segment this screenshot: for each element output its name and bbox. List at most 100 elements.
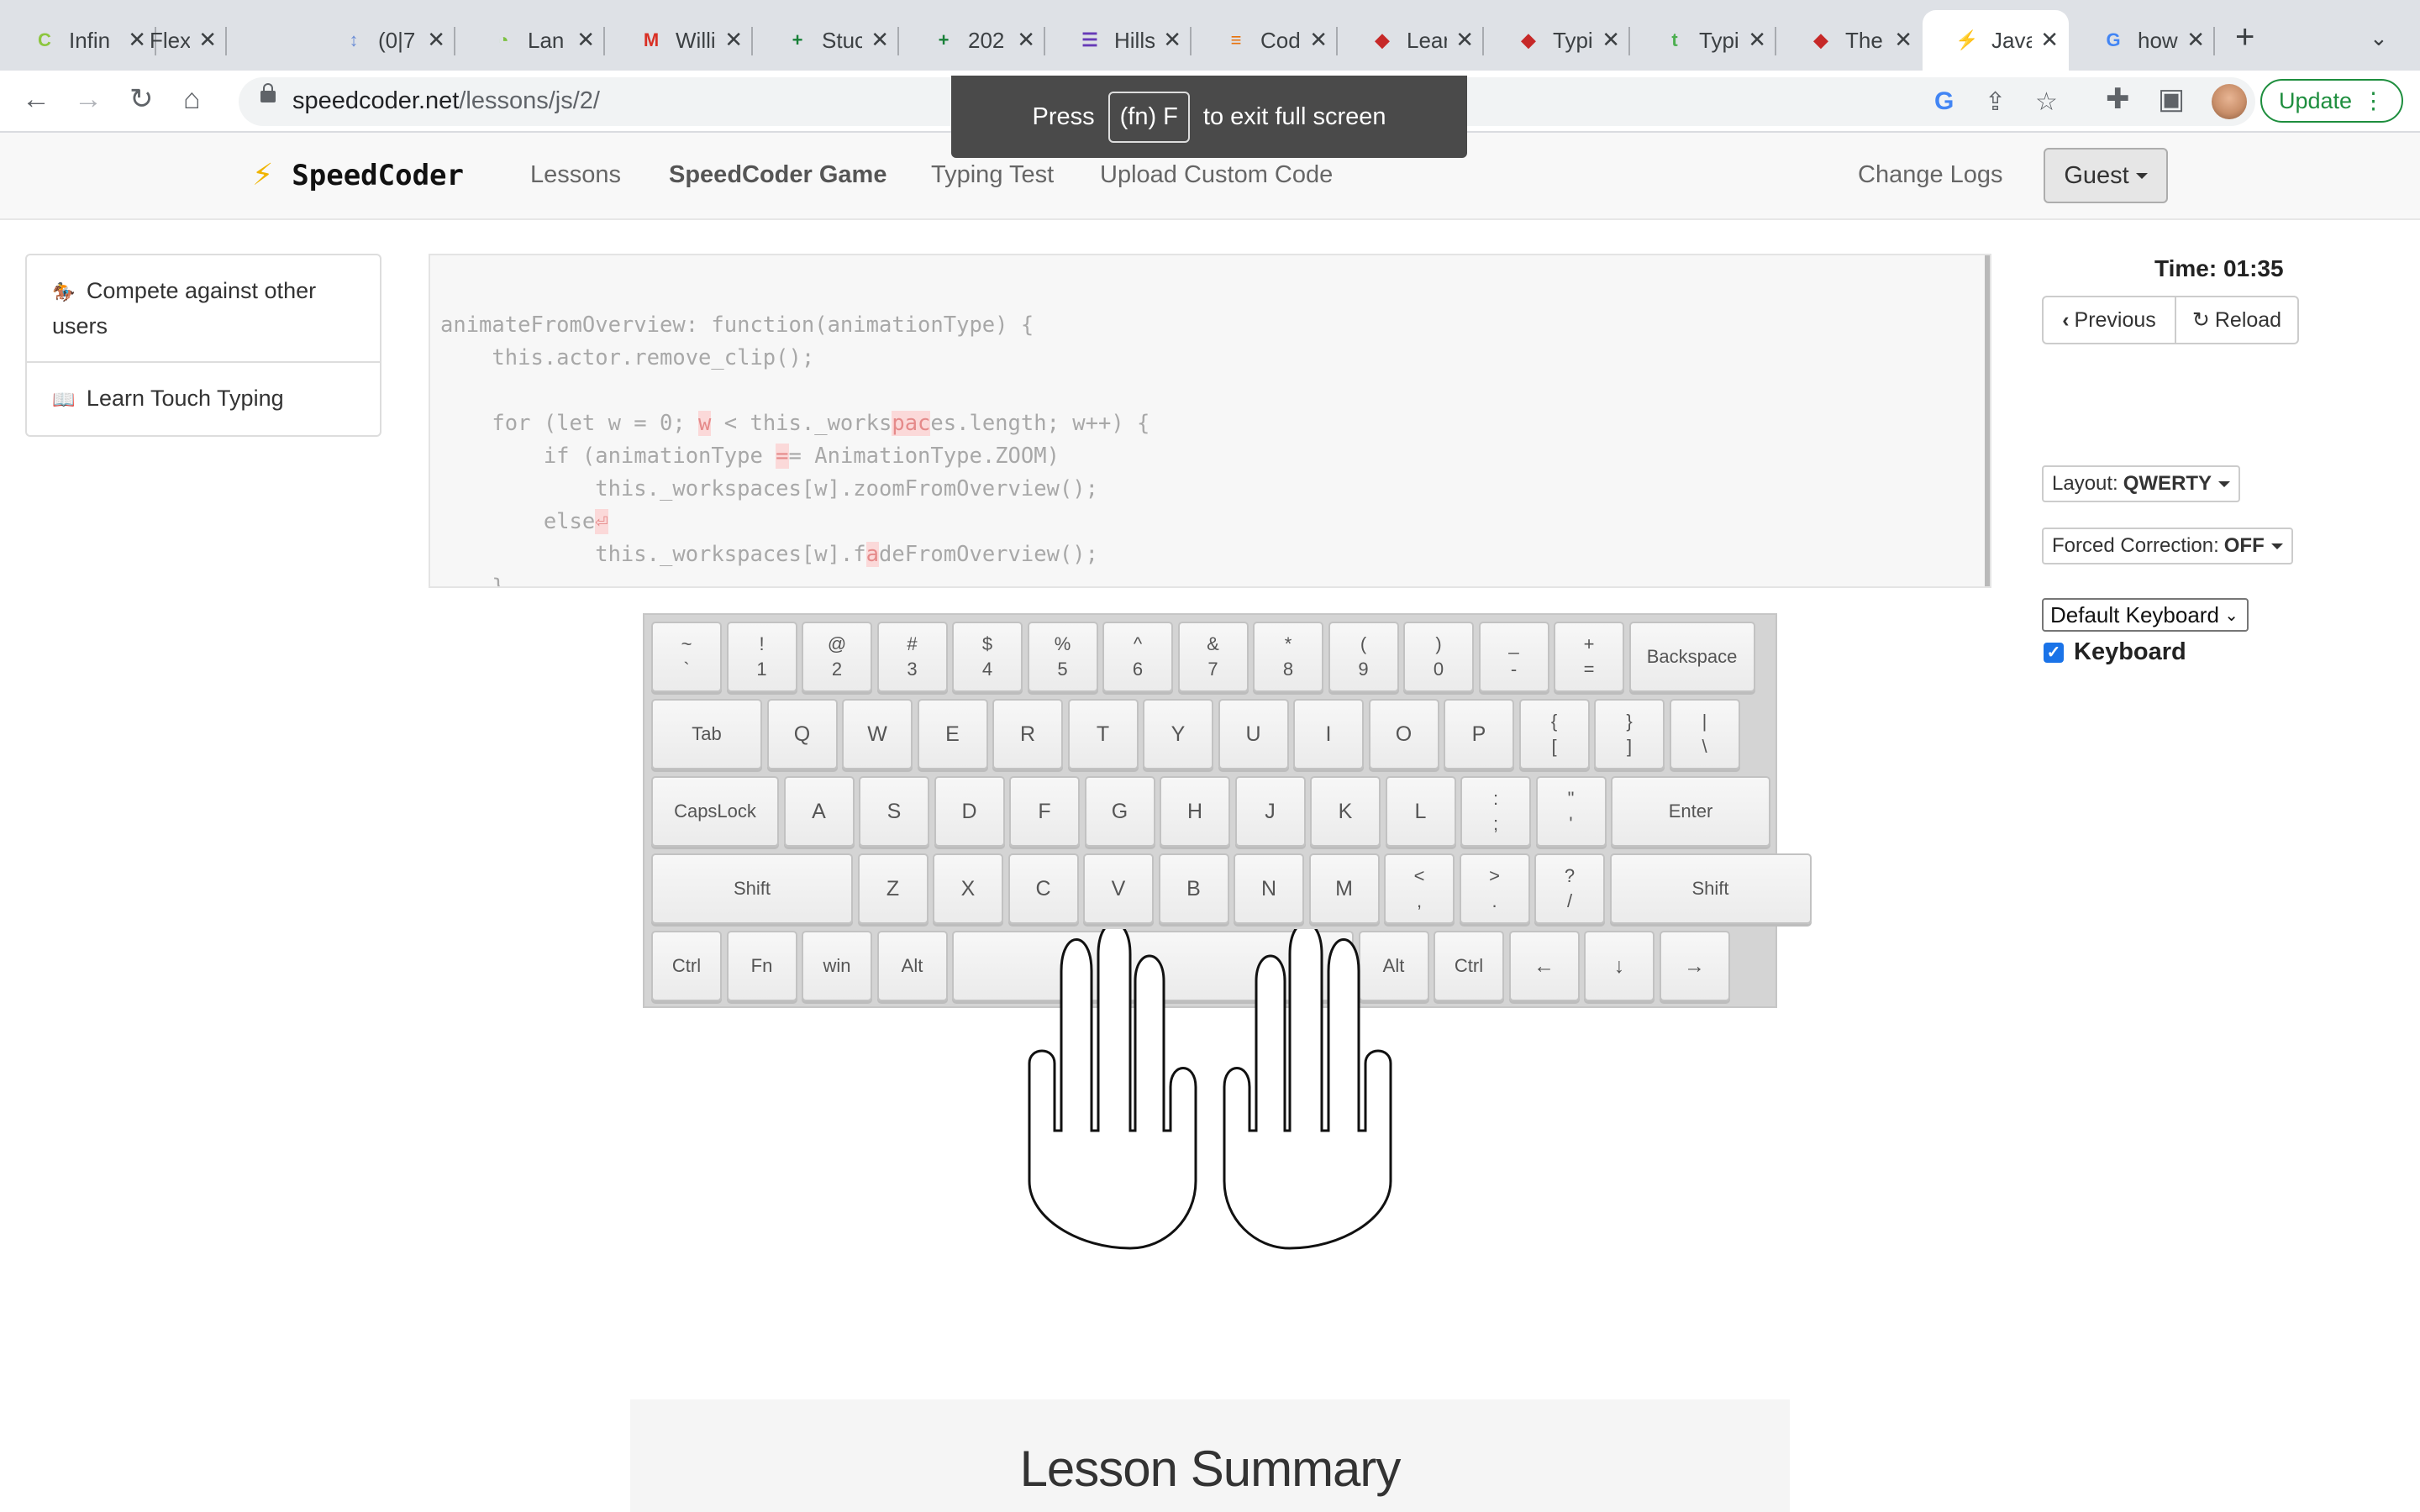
nav-link-typing-test[interactable]: Typing Test [931, 161, 1054, 189]
user-menu-button[interactable]: Guest [2044, 148, 2168, 203]
key[interactable]: & 7 [1177, 622, 1249, 692]
update-button[interactable]: Update ⋮ [2260, 79, 2403, 123]
key[interactable]: ? / [1534, 853, 1605, 924]
key[interactable]: N [1234, 853, 1304, 924]
browser-tab[interactable]: ☰ Hills ✕ [1045, 10, 1192, 71]
key[interactable]: M [1308, 853, 1380, 924]
sidebar-item-compete[interactable]: 🏇 Compete against other users [27, 255, 380, 363]
browser-tab[interactable]: ◔ Lan ✕ [459, 10, 605, 71]
key[interactable]: + = [1554, 622, 1624, 692]
key[interactable]: → [1659, 931, 1730, 1001]
key[interactable]: F [1009, 776, 1080, 847]
key[interactable]: ← [1508, 931, 1580, 1001]
browser-tab[interactable]: ⚡ Java ✕ [1923, 10, 2069, 71]
browser-tab[interactable]: M Willi ✕ [607, 10, 753, 71]
key[interactable]: Ctrl [1434, 931, 1504, 1001]
key[interactable]: {[ [1518, 699, 1590, 769]
browser-tab[interactable]: ↕ (0|7 ✕ [309, 10, 455, 71]
reload-icon[interactable]: ↻ [129, 82, 154, 116]
key[interactable]: ! 1 [726, 622, 797, 692]
key[interactable]: I [1293, 699, 1364, 769]
key[interactable]: O [1368, 699, 1439, 769]
tab-close-icon[interactable]: ✕ [1309, 29, 1328, 50]
key[interactable]: $4 [952, 622, 1023, 692]
key[interactable]: Enter [1611, 776, 1770, 847]
key[interactable]: ~ ` [651, 622, 722, 692]
key[interactable]: Shift [651, 853, 853, 924]
home-icon[interactable]: ⌂ [183, 82, 201, 116]
keyboard-toggle[interactable]: ✓ Keyboard [2044, 638, 2186, 666]
forced-correction-dropdown[interactable]: Forced Correction: OFF [2042, 528, 2293, 564]
key[interactable]: Y [1143, 699, 1213, 769]
key[interactable]: E [917, 699, 988, 769]
key[interactable]: Fn [726, 931, 797, 1001]
browser-tab[interactable]: ≡ Cod ✕ [1192, 10, 1338, 71]
key[interactable]: Backspace [1628, 622, 1755, 692]
key[interactable]: J [1234, 776, 1306, 847]
browser-tab[interactable]: ◆ The ✕ [1776, 10, 1923, 71]
tab-close-icon[interactable]: ✕ [427, 29, 445, 50]
key[interactable]: | \ [1669, 699, 1740, 769]
key[interactable]: Alt [876, 931, 948, 1001]
key[interactable]: win [802, 931, 872, 1001]
brand-logo[interactable]: ⚡ SpeedCoder [252, 158, 464, 192]
browser-tab[interactable]: t Typi ✕ [1630, 10, 1776, 71]
key[interactable]: R [992, 699, 1063, 769]
key[interactable]: L [1385, 776, 1456, 847]
code-scrollbar[interactable] [1985, 255, 1990, 586]
code-typing-area[interactable]: animateFromOverview: function(animationT… [429, 254, 1991, 588]
key[interactable]: @2 [802, 622, 872, 692]
tab-close-icon[interactable]: ✕ [1602, 29, 1620, 50]
layout-dropdown[interactable]: Layout: QWERTY [2042, 465, 2241, 502]
key[interactable]: (9 [1328, 622, 1399, 692]
lock-icon[interactable] [260, 83, 276, 102]
new-tab-button[interactable]: + [2235, 20, 2254, 54]
brand-name[interactable]: SpeedCoder [292, 159, 464, 192]
key[interactable]: ^ 6 [1102, 622, 1173, 692]
tab-close-icon[interactable]: ✕ [1894, 29, 1912, 50]
key[interactable]: X [933, 853, 1003, 924]
key[interactable]: S [859, 776, 929, 847]
key[interactable]: Tab [651, 699, 762, 769]
key[interactable]: W [842, 699, 913, 769]
nav-link-speedcoder-game[interactable]: SpeedCoder Game [669, 161, 886, 189]
bookmark-star-icon[interactable]: ☆ [2035, 87, 2058, 117]
reload-button[interactable]: ↻ Reload [2176, 296, 2299, 344]
key[interactable]: <, [1384, 853, 1455, 924]
key[interactable]: ) 0 [1403, 622, 1474, 692]
keyboard-checkbox[interactable]: ✓ [2044, 642, 2064, 663]
browser-tab[interactable]: +202 ✕ [899, 10, 1045, 71]
tab-close-icon[interactable]: ✕ [871, 29, 889, 50]
key[interactable]: H [1160, 776, 1230, 847]
profile-avatar[interactable] [2212, 84, 2247, 119]
key[interactable]: T [1067, 699, 1139, 769]
key[interactable]: _ - [1478, 622, 1549, 692]
url-text[interactable]: speedcoder.net/lessons/js/2/ [292, 87, 600, 115]
side-panel-icon[interactable]: ▣ [2158, 82, 2185, 116]
sidebar-item-touch-typing[interactable]: 📖 Learn Touch Typing [27, 363, 380, 435]
tab-close-icon[interactable]: ✕ [724, 29, 743, 50]
key[interactable]: Q [766, 699, 838, 769]
nav-link-change-logs[interactable]: Change Logs [1858, 161, 2003, 189]
tab-close-icon[interactable]: ✕ [2186, 29, 2205, 50]
nav-link-lessons[interactable]: Lessons [530, 161, 621, 189]
browser-tab[interactable]: + Stuc ✕ [753, 10, 899, 71]
google-lens-icon[interactable]: G [1934, 87, 1954, 116]
tab-close-icon[interactable]: ✕ [1748, 29, 1766, 50]
key[interactable]: Z [857, 853, 929, 924]
browser-tab[interactable]: Flex ✕ [81, 10, 227, 71]
tab-close-icon[interactable]: ✕ [198, 29, 217, 50]
key[interactable]: >. [1459, 853, 1530, 924]
key[interactable]: :; [1460, 776, 1531, 847]
key[interactable]: V [1083, 853, 1154, 924]
key[interactable]: D [934, 776, 1005, 847]
tab-close-icon[interactable]: ✕ [2040, 29, 2059, 50]
key[interactable]: G [1084, 776, 1155, 847]
tab-close-icon[interactable]: ✕ [1455, 29, 1474, 50]
key[interactable]: U [1218, 699, 1289, 769]
key[interactable]: B [1158, 853, 1229, 924]
tab-search-chevron-icon[interactable]: ⌄ [2370, 25, 2388, 51]
tab-close-icon[interactable]: ✕ [1017, 29, 1035, 50]
key[interactable]: }] [1594, 699, 1665, 769]
tab-close-icon[interactable]: ✕ [1163, 29, 1181, 50]
